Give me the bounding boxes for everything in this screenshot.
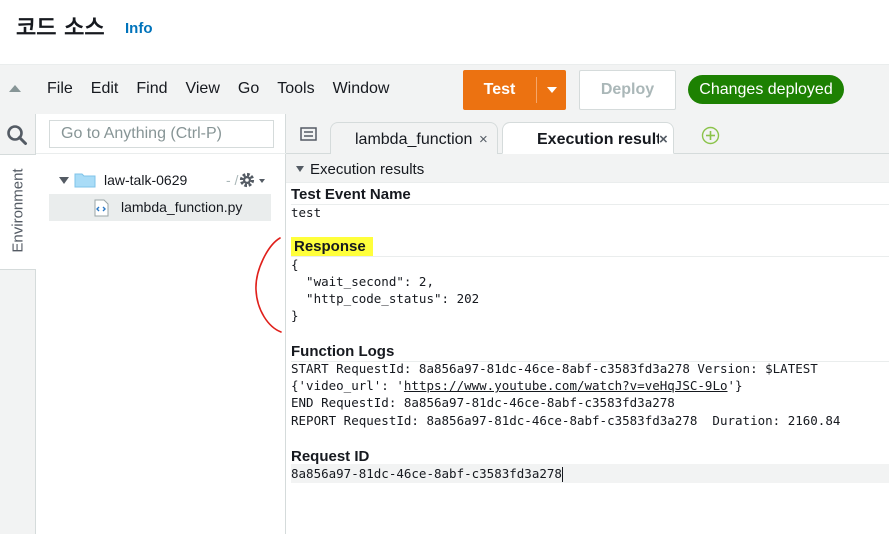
log-video-prefix: {'video_url': ' (291, 378, 404, 393)
results-title: Execution results (310, 161, 425, 178)
log-video-suffix: '} (727, 378, 743, 393)
ide-toolbar: File Edit Find View Go Tools Window Test… (0, 64, 889, 114)
add-tab-icon[interactable] (701, 126, 720, 145)
test-button-label: Test (483, 81, 516, 98)
tab-lambda-function[interactable]: lambda_function × (330, 122, 498, 154)
function-logs-label: Function Logs (291, 343, 395, 360)
video-url-link[interactable]: https://www.youtube.com/watch?v=veHqJSC-… (404, 378, 728, 393)
response-label: Response (291, 237, 373, 256)
request-id-value[interactable]: 8a856a97-81dc-46ce-8abf-c3583fd3a278 (291, 465, 563, 482)
row-divider (291, 204, 889, 205)
file-item-lambda[interactable]: lambda_function.py (49, 194, 271, 221)
menu-view[interactable]: View (185, 80, 219, 98)
file-name: lambda_function.py (121, 199, 243, 215)
log-line-report: REPORT RequestId: 8a856a97-81dc-46ce-8ab… (291, 413, 841, 428)
tab-label: Execution results (537, 131, 659, 148)
response-line: } (291, 308, 299, 323)
environment-tab[interactable]: Environment (0, 154, 36, 270)
collapse-results-icon[interactable] (296, 166, 304, 172)
response-label-highlight: Response (291, 237, 373, 256)
text-cursor (561, 467, 563, 482)
results-header[interactable]: Execution results (286, 154, 889, 183)
test-dropdown-icon[interactable] (547, 87, 557, 93)
search-icon[interactable] (6, 124, 28, 146)
page-title: 코드 소스 (16, 16, 105, 41)
menu-bar: File Edit Find View Go Tools Window (47, 80, 407, 98)
left-rail: Environment (0, 114, 36, 534)
menu-file[interactable]: File (47, 80, 73, 98)
menu-edit[interactable]: Edit (91, 80, 119, 98)
folder-name[interactable]: law-talk-0629 (104, 172, 187, 188)
test-event-value: test (291, 205, 322, 220)
goto-anything-input[interactable] (49, 120, 274, 148)
menu-tools[interactable]: Tools (277, 80, 314, 98)
folder-expand-icon[interactable] (59, 177, 69, 184)
test-button[interactable]: Test (463, 70, 566, 110)
red-bracket-annotation (255, 237, 282, 333)
menu-window[interactable]: Window (333, 80, 390, 98)
row-divider (291, 256, 889, 257)
menu-find[interactable]: Find (136, 80, 167, 98)
environment-tab-label: Environment (9, 168, 27, 253)
tab-execution-results[interactable]: Execution results × (502, 122, 674, 154)
test-button-divider (536, 77, 537, 103)
info-link[interactable]: Info (125, 20, 153, 37)
deploy-button[interactable]: Deploy (579, 70, 676, 110)
tabs-menu-icon[interactable] (300, 127, 317, 141)
request-id-text: 8a856a97-81dc-46ce-8abf-c3583fd3a278 (291, 466, 562, 481)
test-event-label: Test Event Name (291, 186, 411, 203)
gear-icon[interactable] (238, 171, 256, 189)
response-line: "http_code_status": 202 (291, 291, 480, 306)
tree-divider (36, 153, 286, 154)
log-line-end: END RequestId: 8a856a97-81dc-46ce-8abf-c… (291, 395, 675, 410)
status-badge: Changes deployed (688, 75, 844, 104)
log-line-video: {'video_url': 'https://www.youtube.com/w… (291, 377, 743, 394)
folder-path: - / (226, 172, 239, 188)
log-line-start: START RequestId: 8a856a97-81dc-46ce-8abf… (291, 361, 818, 376)
python-file-icon (94, 199, 109, 217)
folder-icon (74, 173, 96, 188)
close-icon[interactable]: × (659, 131, 668, 148)
execution-results-panel: Execution results Test Event Name test R… (286, 154, 889, 534)
editor-tabbar: lambda_function × Execution results × (286, 114, 889, 154)
collapse-icon[interactable] (9, 85, 21, 92)
close-icon[interactable]: × (479, 131, 488, 148)
gear-dropdown-icon[interactable] (259, 179, 265, 183)
response-line: { (291, 257, 299, 272)
tab-label: lambda_function (355, 131, 473, 148)
request-id-label: Request ID (291, 448, 370, 465)
response-line: "wait_second": 2, (291, 274, 434, 289)
menu-go[interactable]: Go (238, 80, 259, 98)
page-header: 코드 소스 Info (0, 0, 889, 64)
file-explorer: law-talk-0629 - / lambda_function.py (36, 114, 286, 534)
